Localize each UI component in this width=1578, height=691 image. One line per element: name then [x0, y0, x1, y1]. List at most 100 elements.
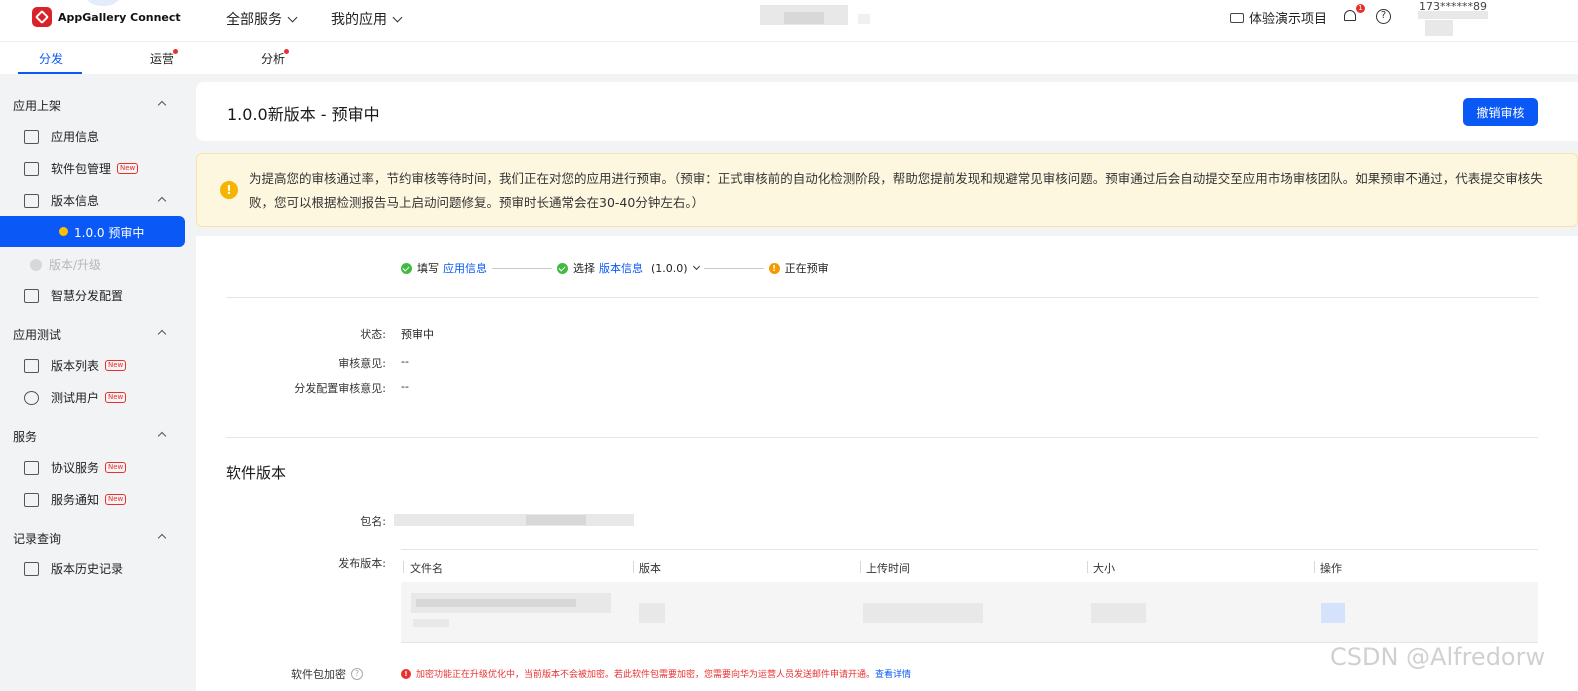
column-header-filename: 文件名 [410, 562, 443, 575]
nav-my-apps[interactable]: 我的应用 [331, 0, 403, 38]
blurred-filename [413, 619, 449, 627]
blurred-account-name [1418, 11, 1488, 19]
sidebar-item-package-mgmt[interactable]: 软件包管理 New [24, 160, 139, 177]
tab-analytics[interactable]: 分析 [261, 50, 285, 67]
group-app-testing[interactable]: 应用测试 [13, 326, 61, 343]
brand-logo[interactable]: AppGallery Connect [32, 7, 181, 27]
group-app-listing[interactable]: 应用上架 [13, 97, 61, 114]
sidebar-item-label: 协议服务 [51, 461, 100, 475]
tab-operations[interactable]: 运营 [150, 50, 174, 67]
status-dot-icon [59, 227, 68, 236]
demo-project-label: 体验演示项目 [1249, 12, 1328, 27]
appgallery-logo-icon [32, 7, 52, 27]
column-separator [860, 561, 861, 573]
status-value: 预审中 [401, 328, 434, 341]
tab-distribution[interactable]: 分发 [39, 50, 63, 67]
sidebar-item-smart-distribution[interactable]: 智慧分发配置 [24, 287, 123, 304]
blurred-account-name [1425, 20, 1453, 36]
group-records[interactable]: 记录查询 [13, 530, 61, 547]
sidebar-item-label: 1.0.0 预审中 [74, 226, 145, 240]
column-separator [403, 561, 404, 573]
prereview-notice: ! 为提高您的审核通过率，节约审核等待时间，我们正在对您的应用进行预审。（预审：… [196, 153, 1578, 227]
sidebar-item-service-notice[interactable]: 服务通知 New [24, 491, 127, 508]
operations-red-dot [173, 49, 178, 54]
sidebar-item-label: 版本/升级 [49, 258, 102, 272]
chevron-up-icon[interactable] [157, 196, 167, 206]
sidebar-item-label: 版本列表 [51, 359, 100, 373]
status-label: 状态: [360, 328, 386, 341]
notification-badge: 1 [1356, 4, 1365, 13]
document-icon [24, 129, 39, 144]
column-header-actions: 操作 [1320, 562, 1342, 575]
chevron-down-icon [287, 12, 298, 22]
nav-all-services[interactable]: 全部服务 [226, 0, 298, 38]
version-doc-icon [24, 193, 39, 208]
blurred-filename [416, 599, 576, 607]
view-details-link[interactable]: 查看详情 [875, 667, 911, 680]
bell-icon [1344, 10, 1356, 21]
csdn-watermark: CSDN @Alfredorw [1330, 643, 1546, 671]
notification-bell[interactable]: 1 [1343, 4, 1365, 23]
sidebar-item-label: 智慧分发配置 [51, 289, 124, 303]
blurred-package-name [394, 514, 634, 526]
column-header-size: 大小 [1093, 562, 1115, 575]
chevron-up-icon[interactable] [157, 100, 167, 110]
group-services[interactable]: 服务 [13, 428, 37, 445]
sidebar-item-app-info[interactable]: 应用信息 [24, 128, 99, 145]
check-circle-icon [401, 262, 412, 274]
help-icon[interactable]: ? [1376, 9, 1391, 24]
sidebar-item-1-0-0-prereview[interactable]: 1.0.0 预审中 [0, 216, 185, 247]
column-separator [1087, 561, 1088, 573]
blurred-action-link[interactable] [1321, 603, 1345, 623]
divider [226, 437, 1538, 438]
table-header: 文件名 版本 上传时间 大小 操作 [401, 549, 1538, 582]
step1-label: 填写 [417, 262, 439, 275]
notice-icon [24, 492, 39, 507]
sidebar-item-label: 服务通知 [51, 493, 100, 507]
new-badge: New [105, 360, 127, 371]
chevron-up-icon[interactable] [157, 533, 167, 543]
list-icon [24, 358, 39, 373]
encryption-label-text: 软件包加密 [291, 668, 346, 681]
distribution-review-label: 分发配置审核意见: [294, 382, 386, 395]
sidebar-item-label: 版本信息 [51, 194, 100, 208]
sidebar-item-label: 版本历史记录 [51, 562, 124, 576]
chevron-up-icon[interactable] [157, 329, 167, 339]
demo-glasses-icon [1230, 12, 1244, 23]
progress-steps: 填写 应用信息 选择 版本信息 (1.0.0) ! 正在预审 [401, 260, 829, 276]
step1-app-info-link[interactable]: 应用信息 [443, 260, 487, 276]
user-icon [24, 390, 39, 405]
step2-version-info-link[interactable]: 版本信息 [599, 260, 643, 276]
divider [226, 297, 1538, 298]
agreement-icon [24, 460, 39, 475]
package-icon [24, 161, 39, 176]
notice-text: 为提高您的审核通过率，节约审核等待时间，我们正在对您的应用进行预审。（预审：正式… [249, 171, 1543, 210]
page-title: 1.0.0新版本 - 预审中 [227, 105, 380, 124]
plus-circle-icon [30, 258, 42, 271]
chevron-up-icon[interactable] [157, 431, 167, 441]
question-circle-icon[interactable]: ? [351, 668, 363, 680]
release-version-label: 发布版本: [338, 557, 386, 570]
chevron-down-icon[interactable] [692, 262, 700, 271]
review-opinion-value: -- [401, 355, 409, 368]
new-badge: New [105, 462, 127, 473]
sidebar-item-version-info[interactable]: 版本信息 [24, 192, 99, 209]
sidebar-item-agreement-service[interactable]: 协议服务 New [24, 459, 127, 476]
release-table: 文件名 版本 上传时间 大小 操作 [401, 549, 1538, 643]
step2-label: 选择 [573, 262, 595, 275]
step-connector [703, 267, 764, 269]
new-badge: New [105, 494, 127, 505]
step2-version[interactable]: (1.0.0) [651, 262, 688, 275]
demo-project-link[interactable]: 体验演示项目 [1230, 8, 1327, 27]
package-encryption-label: 软件包加密 ? [291, 666, 363, 682]
blurred-upload-time [863, 603, 983, 623]
column-separator [1314, 561, 1315, 573]
blurred-version [639, 603, 665, 623]
encryption-message: ! 加密功能正在升级优化中，当前版本不会被加密。若此软件包需要加密，您需要向华为… [401, 667, 911, 680]
logo-decoration [86, 0, 120, 6]
sidebar-item-test-users[interactable]: 测试用户 New [24, 389, 127, 406]
sidebar-item-version-history[interactable]: 版本历史记录 [24, 560, 123, 577]
revoke-review-button[interactable]: 撤销审核 [1463, 98, 1538, 126]
column-separator [633, 561, 634, 573]
sidebar-item-version-list[interactable]: 版本列表 New [24, 357, 127, 374]
